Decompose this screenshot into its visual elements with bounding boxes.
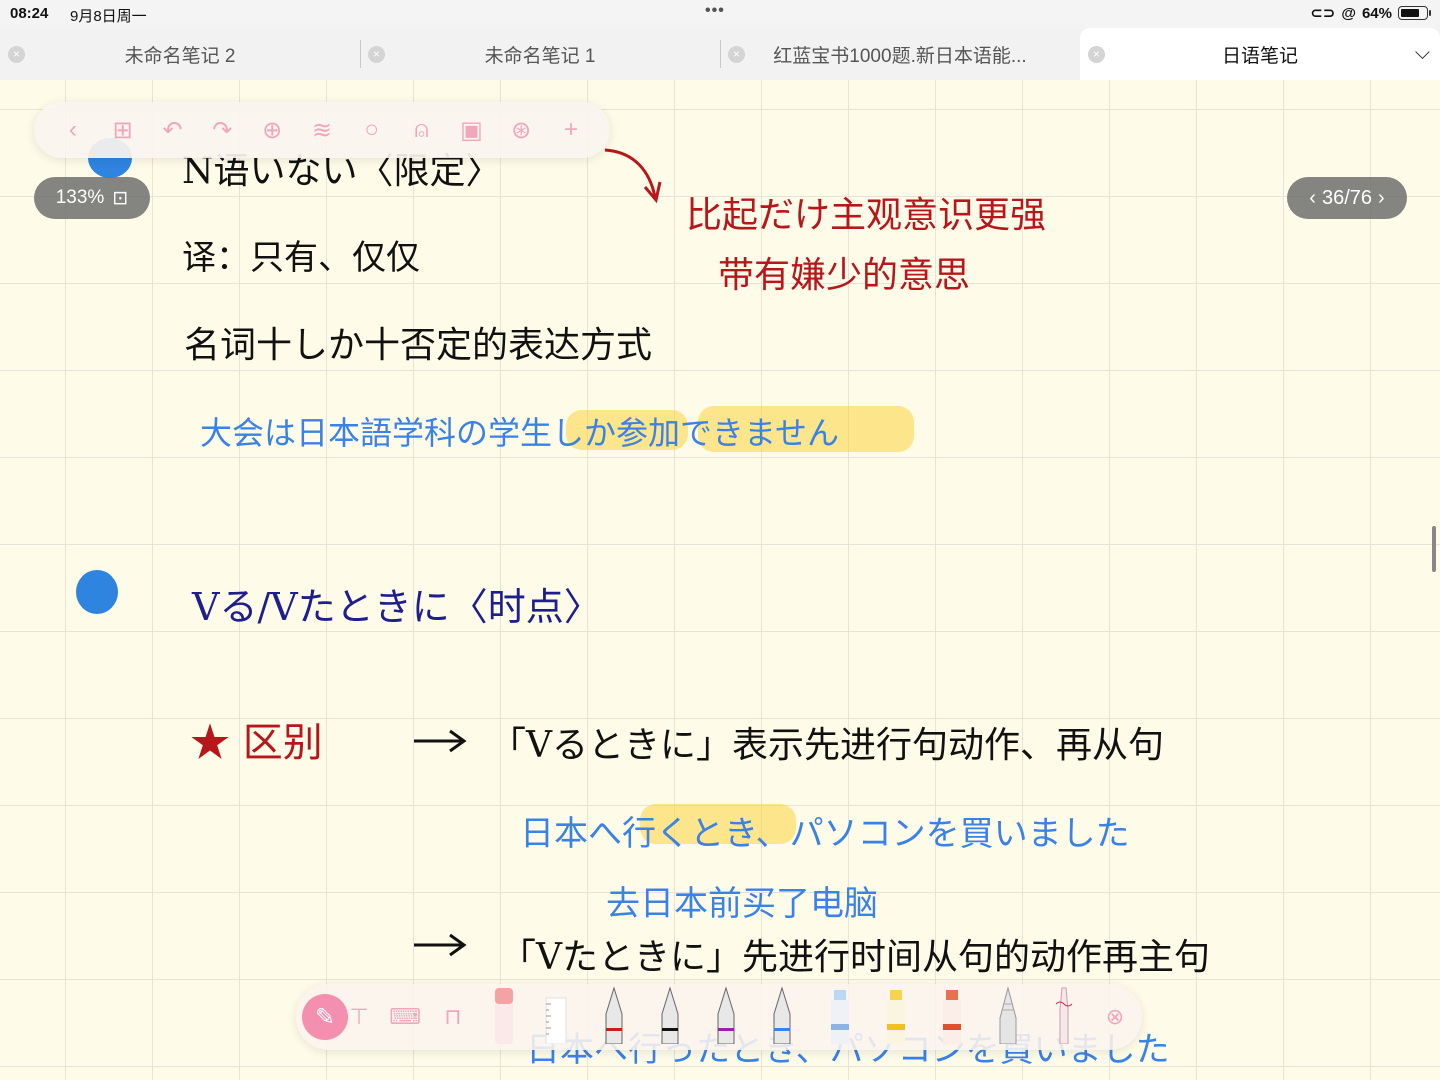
- keyboard-icon[interactable]: ⌨: [388, 1000, 422, 1034]
- scrollbar[interactable]: [1432, 526, 1436, 572]
- tab-label: 未命名笔记 2: [124, 45, 236, 67]
- brush-icon[interactable]: [1050, 984, 1078, 1044]
- bullet-dot: [76, 570, 118, 614]
- tab-label: 日语笔记: [1221, 45, 1298, 67]
- status-right: ⊂⊃ @ 64%: [1310, 4, 1431, 22]
- tab-untitled-2[interactable]: × 未命名笔记 2: [0, 28, 360, 80]
- fountain-pen-blue-icon[interactable]: [768, 984, 796, 1044]
- eraser-icon[interactable]: [490, 984, 518, 1044]
- example-sentence-1: 大会は日本語学科の学生しか参加できません: [200, 414, 840, 452]
- rule-2: 「Vたときに」先进行时间从句的动作再主句: [500, 937, 1210, 978]
- redo-icon[interactable]: ↷: [205, 113, 239, 147]
- lock-icon: ⊡: [112, 187, 129, 209]
- arrow-right-icon: [414, 933, 467, 957]
- ruler-icon[interactable]: [540, 984, 568, 1044]
- battery-percent: 64%: [1361, 4, 1392, 22]
- sticker-icon[interactable]: ▣: [454, 113, 488, 147]
- bottom-toolbar: ✎ ⊤ ⌨ ⊓ ⊗: [296, 984, 1142, 1050]
- microphone-icon[interactable]: ⍝: [405, 113, 439, 147]
- multitask-dots-icon[interactable]: •••: [705, 2, 725, 20]
- text-box-icon[interactable]: ⊤: [342, 1000, 376, 1034]
- note-grammar: 名词十しか十否定的表达方式: [184, 325, 653, 366]
- tab-label: 红蓝宝书1000题.新日本语能...: [773, 45, 1027, 67]
- page-indicator[interactable]: ‹ 36/76 ›: [1287, 177, 1407, 219]
- book-icon[interactable]: ⊓: [436, 1000, 470, 1034]
- fountain-pen-red-icon[interactable]: [600, 984, 628, 1044]
- example-sentence-2: 日本へ行くとき、パソコンを買いました: [520, 814, 1130, 854]
- distinction-label: ★ 区别: [190, 720, 323, 766]
- add-page-icon[interactable]: ⊕: [255, 113, 289, 147]
- close-tab-icon[interactable]: ×: [728, 46, 745, 63]
- side-note-1: 比起だけ主观意识更强: [686, 195, 1047, 236]
- globe-icon[interactable]: ⊛: [504, 113, 538, 147]
- note-canvas[interactable]: N语いない〈限定〉 比起だけ主观意识更强 带有嫌少的意思 译：只有、仅仅 名词十…: [0, 80, 1440, 1080]
- close-tab-icon[interactable]: ×: [368, 46, 385, 63]
- heading-2: Vる/Vたときに〈时点〉: [192, 585, 602, 629]
- pencil-icon[interactable]: [994, 984, 1022, 1044]
- rule-1: 「Vるときに」表示先进行句动作、再从句: [490, 725, 1164, 766]
- arrow-right-icon: [414, 729, 467, 753]
- layers-icon[interactable]: ≋: [305, 113, 339, 147]
- status-time: 08:24: [10, 5, 49, 22]
- tab-label: 未命名笔记 1: [484, 45, 596, 67]
- tab-untitled-1[interactable]: × 未命名笔记 1: [360, 28, 720, 80]
- zoom-value: 133%: [55, 187, 105, 208]
- marker-red-icon[interactable]: [938, 984, 966, 1044]
- link-icon: ⊂⊃: [1310, 5, 1336, 22]
- zoom-indicator[interactable]: 133% ⊡: [34, 177, 150, 219]
- chevron-left-icon[interactable]: ‹: [1309, 187, 1316, 210]
- tab-workbook[interactable]: × 红蓝宝书1000题.新日本语能...: [720, 28, 1080, 80]
- fountain-pen-black-icon[interactable]: [656, 984, 684, 1044]
- close-tab-icon[interactable]: ×: [1088, 46, 1105, 63]
- chevron-down-icon[interactable]: ⌵: [1415, 42, 1430, 65]
- back-icon[interactable]: ‹: [56, 113, 90, 147]
- status-bar: 08:24 9月8日周一 ••• ⊂⊃ @ 64%: [0, 0, 1440, 28]
- undo-icon[interactable]: ↶: [156, 113, 190, 147]
- top-toolbar: ‹ ⊞ ↶ ↷ ⊕ ≋ ○ ⍝ ▣ ⊛ +: [34, 102, 610, 158]
- fountain-pen-purple-icon[interactable]: [712, 984, 740, 1044]
- search-icon[interactable]: ○: [355, 113, 389, 147]
- status-date: 9月8日周一: [70, 8, 147, 25]
- grid-icon[interactable]: ⊞: [106, 113, 140, 147]
- tab-japanese-notes[interactable]: × 日语笔记 ⌵: [1080, 28, 1440, 80]
- highlighter-blue-icon[interactable]: [826, 984, 854, 1044]
- note-translation: 译：只有、仅仅: [182, 238, 420, 278]
- curved-arrow-icon: [604, 148, 662, 204]
- shape-icon[interactable]: ⊗: [1098, 1000, 1132, 1034]
- orientation-lock-icon: @: [1341, 4, 1356, 22]
- close-tab-icon[interactable]: ×: [8, 46, 25, 63]
- chevron-right-icon[interactable]: ›: [1378, 187, 1385, 210]
- plus-icon[interactable]: +: [554, 113, 588, 147]
- side-note-2: 带有嫌少的意思: [718, 255, 971, 296]
- battery-icon: [1398, 6, 1431, 20]
- example-translation-2: 去日本前买了电脑: [606, 884, 878, 924]
- page-number: 36/76: [1321, 186, 1373, 209]
- highlighter-yellow-icon[interactable]: [882, 984, 910, 1044]
- tab-bar: × 未命名笔记 2 × 未命名笔记 1 × 红蓝宝书1000题.新日本语能...…: [0, 28, 1440, 80]
